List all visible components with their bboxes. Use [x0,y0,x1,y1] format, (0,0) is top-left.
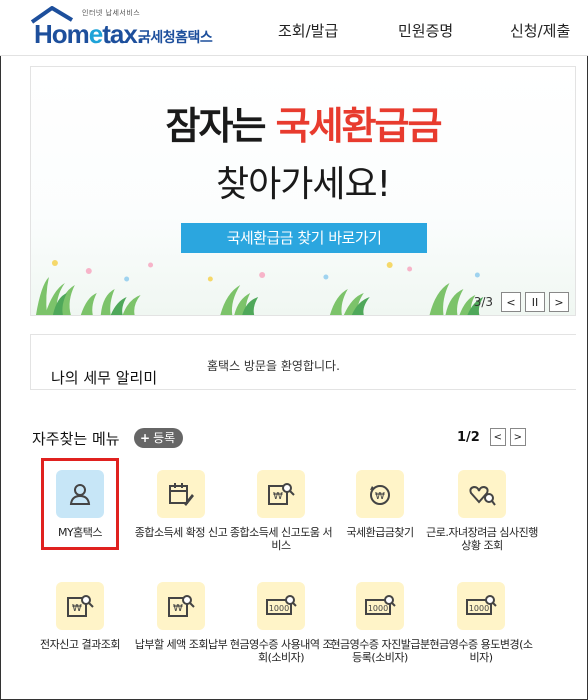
receipt-search-icon: 1000 [457,582,505,630]
logo-brand: Hometax. [34,19,144,49]
menu-tax-payment-inquiry[interactable]: ₩ 납부할 세액 조회납부 [126,582,236,651]
heart-hand-icon [458,470,506,518]
hometax-logo[interactable]: 인터넷 납세서비스 Hometax. 국세청홈택스 [30,6,220,50]
selection-highlight-box [41,458,119,550]
banner-subtitle: 찾아가세요! [215,164,391,205]
logo-service-name: 국세청홈택스 [138,30,213,46]
svg-text:₩: ₩ [72,603,82,614]
receipt-search-icon: 1000 [356,582,404,630]
menu-earned-income-credit-status[interactable]: 근로.자녀장려금 심사진행상황 조회 [426,470,538,552]
tax-notification-panel: 나의 세무 알리미 홈택스 방문을 환영합니다. [30,334,576,390]
document-search-icon: ₩ [56,582,104,630]
menu-cash-receipt-usage-change[interactable]: 1000 현금영수증 용도변경(소비자) [426,582,536,664]
favorite-menu-title: 자주찾는 메뉴 [32,430,120,448]
register-favorite-button[interactable]: + 등록 [134,428,184,448]
menu-label: 국세환급금찾기 [346,526,414,539]
document-search-icon: ₩ [157,582,205,630]
document-search-icon: ₩ [257,470,305,518]
svg-text:1000: 1000 [469,604,489,613]
menu-income-tax-help[interactable]: ₩ 종합소득세 신고도움 서비스 [226,470,336,552]
site-header: 인터넷 납세서비스 Hometax. 국세청홈택스 조회/발급 민원증명 신청/… [0,0,588,56]
menu-label: 전자신고 결과조회 [40,638,120,651]
main-banner[interactable]: 잠자는 국세환급금 찾아가세요! 국세환급금 찾기 바로가기 3/3 < II … [30,66,576,316]
calendar-edit-icon [157,470,205,518]
refund-coin-icon: ₩ [356,470,404,518]
menu-income-tax-filing[interactable]: 종합소득세 확정 신고 [126,470,236,539]
menu-label: 종합소득세 신고도움 서비스 [229,526,333,552]
plus-icon: + [140,431,151,445]
banner-title: 잠자는 국세환급금 [165,104,443,148]
logo-tagline: 인터넷 납세서비스 [82,9,141,17]
menu-label: 근로.자녀장려금 심사진행상황 조회 [426,526,538,552]
notification-title: 나의 세무 알리미 [51,369,158,387]
menu-cash-receipt-history[interactable]: 1000 현금영수증 사용내역 조회(소비자) [226,582,336,664]
svg-text:1000: 1000 [269,604,289,613]
banner-next-button[interactable]: > [549,292,569,312]
menu-label: 종합소득세 확정 신고 [134,526,228,539]
favorite-page-number: 1/2 [457,429,480,445]
nav-inquiry-issue[interactable]: 조회/발급 [278,20,338,41]
banner-prev-button[interactable]: < [501,292,521,312]
banner-pause-button[interactable]: II [525,292,545,312]
nav-civil-certificate[interactable]: 민원증명 [398,20,453,41]
nav-apply-submit[interactable]: 신청/제출 [510,20,570,41]
menu-label: 현금영수증 용도변경(소비자) [429,638,534,664]
receipt-search-icon: 1000 [257,582,305,630]
banner-page-count: 3/3 [473,295,493,309]
svg-text:₩: ₩ [375,491,385,502]
menu-label: 납부할 세액 조회납부 [134,638,228,651]
menu-label: 현금영수증 자진발급분 등록(소비자) [330,638,430,664]
menu-e-filing-result[interactable]: ₩ 전자신고 결과조회 [25,582,135,651]
favorite-pager: 1/2 < > [457,428,526,446]
svg-text:₩: ₩ [173,603,183,614]
menu-label: 현금영수증 사용내역 조회(소비자) [229,638,333,664]
svg-text:₩: ₩ [273,491,283,502]
favorite-next-button[interactable]: > [509,428,526,446]
welcome-message: 홈택스 방문을 환영합니다. [207,359,340,373]
menu-cash-receipt-self-issue[interactable]: 1000 현금영수증 자진발급분 등록(소비자) [325,582,435,664]
svg-text:1000: 1000 [368,604,388,613]
favorite-prev-button[interactable]: < [489,428,506,446]
banner-pager: 3/3 < II > [474,291,569,313]
menu-tax-refund-search[interactable]: ₩ 국세환급금찾기 [325,470,435,539]
